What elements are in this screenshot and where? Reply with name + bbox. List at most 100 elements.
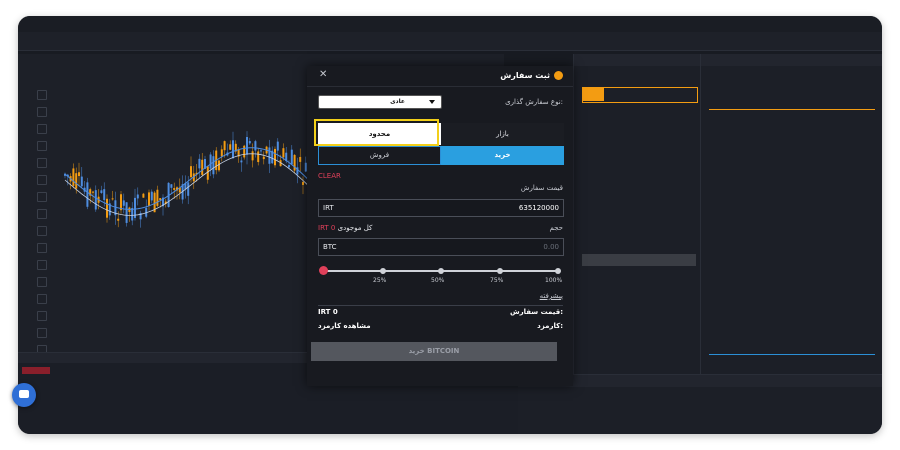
market-panel xyxy=(700,54,882,384)
candle-body xyxy=(106,198,108,218)
close-icon[interactable]: ✕ xyxy=(319,69,327,80)
advanced-link[interactable]: پیشرفته xyxy=(540,292,563,300)
candle-body xyxy=(276,141,279,151)
slider-tick-75[interactable] xyxy=(497,268,503,274)
candle-body xyxy=(232,140,234,159)
divider xyxy=(307,86,573,87)
candle-body xyxy=(120,194,122,211)
candle-body xyxy=(80,176,83,187)
order-type-select[interactable]: عادی xyxy=(318,95,442,109)
candle-body xyxy=(117,218,120,221)
candle-body xyxy=(94,190,97,210)
candle-body xyxy=(131,208,134,221)
candle-body xyxy=(251,151,254,161)
order-type-label: نوع سفارش گذاری: xyxy=(505,98,563,106)
modal-title: ثبت سفارش xyxy=(500,71,563,80)
highlight-box xyxy=(314,119,439,146)
candle-body xyxy=(198,158,201,169)
bitcoin-icon xyxy=(554,71,563,80)
balance-value: IRT 0 xyxy=(318,224,336,232)
slider-label-75: 75% xyxy=(490,277,504,284)
order-modal: ✕ ثبت سفارش نوع سفارش گذاری: عادی محدود … xyxy=(307,66,573,386)
candle-body xyxy=(150,191,153,201)
candle-body xyxy=(220,149,223,157)
candle-body xyxy=(229,144,232,150)
clear-button[interactable]: CLEAR xyxy=(318,172,341,180)
volume-label: حجم xyxy=(549,224,563,232)
slider-label-100: 100% xyxy=(545,277,563,284)
balance-label: کل موجودی xyxy=(337,224,373,232)
candle-body xyxy=(170,184,173,188)
candle-body xyxy=(209,154,212,169)
price-value: 635120000 xyxy=(518,204,559,212)
market-toolbar xyxy=(18,32,882,51)
candle-body xyxy=(248,141,251,144)
candle-body xyxy=(187,182,190,196)
candle-body xyxy=(260,150,262,152)
price-unit: IRT xyxy=(323,204,334,212)
candle-body xyxy=(100,190,103,193)
sell-button[interactable]: فروش xyxy=(318,146,441,165)
candle-body xyxy=(78,172,80,177)
slider-handle[interactable] xyxy=(319,266,328,275)
volume-slider[interactable] xyxy=(319,266,561,275)
fee-link[interactable]: مشاهده کارمزد xyxy=(318,322,371,330)
price-label: قیمت سفارش xyxy=(520,184,563,192)
slider-tick-25[interactable] xyxy=(380,268,386,274)
tab-market[interactable]: بازار xyxy=(441,123,564,145)
price-input[interactable]: IRT 635120000 xyxy=(318,199,564,217)
panel-header xyxy=(574,54,701,66)
candle-body xyxy=(201,159,204,175)
candle-body xyxy=(282,148,285,158)
fee-label: کارمزد: xyxy=(537,322,563,330)
candle-body xyxy=(223,141,226,151)
balance-display: IRT 0 کل موجودی xyxy=(318,224,372,232)
order-form-panel-background xyxy=(573,54,701,384)
candle-body xyxy=(299,156,302,162)
candle-body xyxy=(72,168,75,186)
candle-body xyxy=(257,151,260,163)
slider-label-50: 50% xyxy=(431,277,445,284)
order-price-summary-value: IRT 0 xyxy=(318,308,338,316)
candle-body xyxy=(148,192,150,206)
candle-body xyxy=(142,193,145,198)
candle-body xyxy=(136,194,139,199)
candle-body xyxy=(111,198,114,200)
candle-body xyxy=(190,166,192,178)
moving-average-line-2 xyxy=(64,153,329,216)
chart-drawing-toolbar[interactable] xyxy=(34,90,48,423)
chart-candles xyxy=(64,131,330,228)
submit-buy-button[interactable]: خرید BITCOIN xyxy=(311,342,557,361)
divider xyxy=(318,305,563,306)
candle-body xyxy=(125,202,128,223)
order-side-toggle: فروش خرید xyxy=(318,146,564,165)
candle-body xyxy=(268,147,271,164)
chat-icon[interactable] xyxy=(12,383,36,407)
candle-body xyxy=(156,189,159,206)
candle-body xyxy=(173,188,176,190)
volume-placeholder: 0.00 xyxy=(543,243,559,251)
candle-body xyxy=(240,160,243,163)
candle-body xyxy=(92,191,94,193)
candle-body xyxy=(122,200,125,206)
candle-body xyxy=(302,182,304,185)
slider-label-25: 25% xyxy=(373,277,387,284)
candle-body xyxy=(103,189,106,201)
slider-tick-50[interactable] xyxy=(438,268,444,274)
slider-tick-100[interactable] xyxy=(555,268,561,274)
candle-body xyxy=(75,173,78,189)
volume-unit: BTC xyxy=(323,243,337,251)
order-price-summary-label: قیمت سفارش: xyxy=(509,308,563,316)
candle-body xyxy=(290,149,293,165)
candle-body xyxy=(246,137,248,155)
buy-button[interactable]: خرید xyxy=(441,146,564,165)
order-type-value: عادی xyxy=(390,98,405,105)
volume-input[interactable]: BTC 0.00 xyxy=(318,238,564,256)
panel-header xyxy=(701,54,882,66)
candle-body xyxy=(288,165,290,168)
candle-body xyxy=(262,156,265,160)
candle-body xyxy=(86,182,89,207)
candle-body xyxy=(254,141,257,151)
candle-body xyxy=(274,148,276,166)
chevron-down-icon xyxy=(429,100,435,104)
